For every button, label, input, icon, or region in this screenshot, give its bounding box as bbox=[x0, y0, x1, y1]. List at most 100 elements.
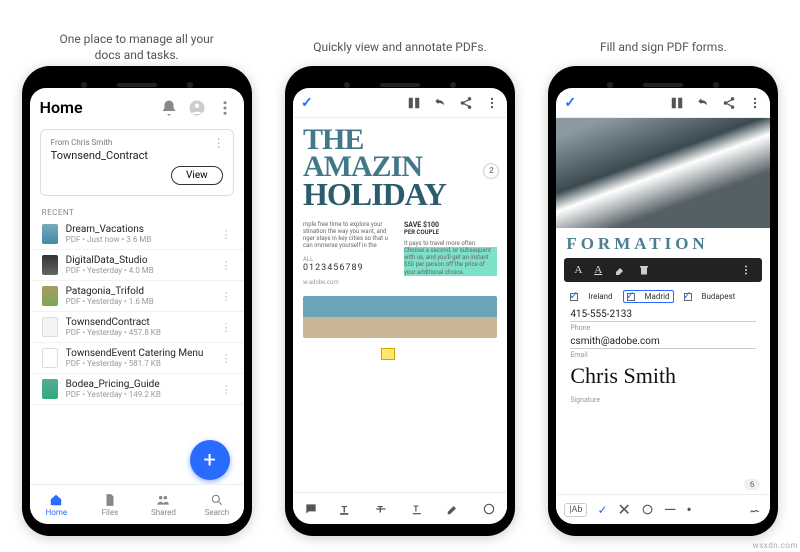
file-row[interactable]: Patagonia_TrifoldPDF • Yesterday • 1.6 M… bbox=[30, 281, 244, 312]
tab-files[interactable]: Files bbox=[83, 485, 137, 524]
font-large-icon[interactable]: A bbox=[594, 264, 602, 276]
card-from: From Chris Smith bbox=[51, 138, 223, 147]
phone-value[interactable]: 415-555-2133 bbox=[570, 309, 756, 320]
circle-tool-icon[interactable] bbox=[641, 503, 654, 516]
file-row[interactable]: TownsendContractPDF • Yesterday • 457.8 … bbox=[30, 312, 244, 343]
dot-tool-icon[interactable]: • bbox=[686, 500, 691, 519]
checkbox-ireland[interactable]: ✓ Ireland bbox=[570, 290, 612, 303]
row-more-icon[interactable]: ⋮ bbox=[221, 259, 232, 272]
checkbox-label: Budapest bbox=[702, 292, 736, 301]
avatar-icon[interactable] bbox=[188, 99, 206, 117]
checkbox-budapest[interactable]: ✓ Budapest bbox=[684, 290, 736, 303]
highlighted-text[interactable]: Choose a second, or subsequent with us, … bbox=[404, 247, 497, 276]
file-row[interactable]: Dream_VacationsPDF • Just now • 3.6 MB⋮ bbox=[30, 219, 244, 250]
eraser-icon[interactable] bbox=[614, 264, 626, 276]
undo-icon[interactable] bbox=[433, 96, 447, 110]
more-icon[interactable] bbox=[216, 99, 234, 117]
card-more-icon[interactable]: ⋮ bbox=[213, 136, 225, 150]
more-icon[interactable] bbox=[740, 264, 752, 276]
promo-text: It pays to travel more often. bbox=[404, 240, 497, 247]
format-toolbar[interactable]: A A bbox=[564, 258, 762, 282]
more-icon[interactable] bbox=[485, 96, 499, 110]
file-name: TownsendContract bbox=[66, 317, 221, 328]
svg-text:T: T bbox=[377, 504, 383, 515]
caption-3: Fill and sign PDF forms. bbox=[600, 30, 727, 66]
underline-icon[interactable]: T bbox=[411, 502, 425, 516]
undo-icon[interactable] bbox=[696, 96, 710, 110]
section-recent: RECENT bbox=[30, 202, 244, 219]
x-tool-icon[interactable]: ✕ bbox=[618, 500, 631, 519]
row-more-icon[interactable]: ⋮ bbox=[221, 321, 232, 334]
save-amount: SAVE $100 bbox=[404, 221, 497, 229]
watermark: wsxdn.com bbox=[753, 541, 798, 550]
signature-tool-icon[interactable] bbox=[749, 503, 762, 516]
file-row[interactable]: TownsendEvent Catering MenuPDF • Yesterd… bbox=[30, 343, 244, 374]
tab-shared[interactable]: Shared bbox=[137, 485, 191, 524]
share-icon[interactable] bbox=[459, 96, 473, 110]
comment-badge[interactable]: 2 bbox=[483, 163, 499, 179]
caption-2: Quickly view and annotate PDFs. bbox=[313, 30, 487, 66]
phone-frame-2: ✓ THE AMAZIN2 HOLIDAY mple free time to … bbox=[285, 66, 515, 536]
page-indicator: 6 bbox=[744, 479, 761, 490]
email-label: Email bbox=[570, 348, 756, 359]
row-more-icon[interactable]: ⋮ bbox=[221, 228, 232, 241]
tab-label: Search bbox=[205, 508, 230, 517]
delete-icon[interactable] bbox=[638, 264, 650, 276]
checkbox-label: Madrid bbox=[645, 292, 670, 301]
draw-icon[interactable] bbox=[446, 502, 460, 516]
tel-label: ALL bbox=[303, 256, 396, 263]
done-button[interactable]: ✓ bbox=[301, 95, 313, 111]
share-icon[interactable] bbox=[722, 96, 736, 110]
form-heading: FORMATION bbox=[556, 228, 770, 256]
row-more-icon[interactable]: ⋮ bbox=[221, 290, 232, 303]
document-view[interactable]: THE AMAZIN2 HOLIDAY mple free time to ex… bbox=[293, 118, 507, 346]
checkmark-tool-icon[interactable]: ✓ bbox=[597, 503, 607, 517]
text-tool-button[interactable]: |Ab bbox=[564, 503, 587, 517]
headline-2: AMAZIN bbox=[303, 150, 422, 183]
file-name: Patagonia_Trifold bbox=[66, 286, 221, 297]
page-title: Home bbox=[40, 98, 150, 117]
view-button[interactable]: View bbox=[171, 166, 223, 185]
checkbox-label: Ireland bbox=[588, 292, 612, 301]
headline-1: THE bbox=[303, 126, 497, 153]
image-placeholder bbox=[303, 296, 497, 338]
svg-text:T: T bbox=[413, 503, 418, 513]
more-icon[interactable] bbox=[748, 96, 762, 110]
layout-icon[interactable] bbox=[670, 96, 684, 110]
tab-search[interactable]: Search bbox=[190, 485, 244, 524]
font-small-icon[interactable]: A bbox=[574, 264, 582, 276]
sticky-note-icon[interactable] bbox=[381, 348, 395, 360]
card-filename: Townsend_Contract bbox=[51, 149, 223, 162]
bell-icon[interactable] bbox=[160, 99, 178, 117]
file-row[interactable]: Bodea_Pricing_GuidePDF • Yesterday • 149… bbox=[30, 374, 244, 405]
strikethrough-icon[interactable]: T bbox=[375, 502, 389, 516]
file-meta: PDF • Yesterday • 457.8 KB bbox=[66, 328, 221, 337]
signature-field[interactable]: Chris Smith bbox=[556, 359, 770, 389]
file-meta: PDF • Yesterday • 4.0 MB bbox=[66, 266, 221, 275]
row-more-icon[interactable]: ⋮ bbox=[221, 352, 232, 365]
tab-label: Shared bbox=[151, 508, 176, 517]
fab-add-button[interactable]: + bbox=[190, 440, 230, 480]
color-icon[interactable] bbox=[482, 502, 496, 516]
phone-frame-3: ✓ FORMATION A A ✓ bbox=[548, 66, 778, 536]
file-name: DigitalData_Studio bbox=[66, 255, 221, 266]
done-button[interactable]: ✓ bbox=[564, 95, 576, 111]
site-text: w.adobe.com bbox=[303, 279, 396, 286]
notification-card[interactable]: ⋮ From Chris Smith Townsend_Contract Vie… bbox=[40, 129, 234, 196]
text-highlight-icon[interactable]: T bbox=[339, 502, 353, 516]
file-row[interactable]: DigitalData_StudioPDF • Yesterday • 4.0 … bbox=[30, 250, 244, 281]
signature-label: Signature bbox=[570, 394, 756, 404]
row-more-icon[interactable]: ⋮ bbox=[221, 383, 232, 396]
line-tool-icon[interactable]: — bbox=[664, 500, 677, 519]
email-value[interactable]: csmith@adobe.com bbox=[570, 336, 756, 347]
comment-icon[interactable] bbox=[304, 502, 318, 516]
per-couple: PER COUPLE bbox=[404, 229, 497, 236]
tab-label: Files bbox=[102, 508, 119, 517]
body-text: mple free time to explore your stination… bbox=[303, 221, 396, 250]
file-name: Dream_Vacations bbox=[66, 224, 221, 235]
layout-icon[interactable] bbox=[407, 96, 421, 110]
tel-number: 0123456789 bbox=[303, 263, 396, 273]
hero-image bbox=[556, 118, 770, 228]
checkbox-madrid[interactable]: ✓ Madrid bbox=[623, 290, 674, 303]
tab-home[interactable]: Home bbox=[30, 485, 84, 524]
